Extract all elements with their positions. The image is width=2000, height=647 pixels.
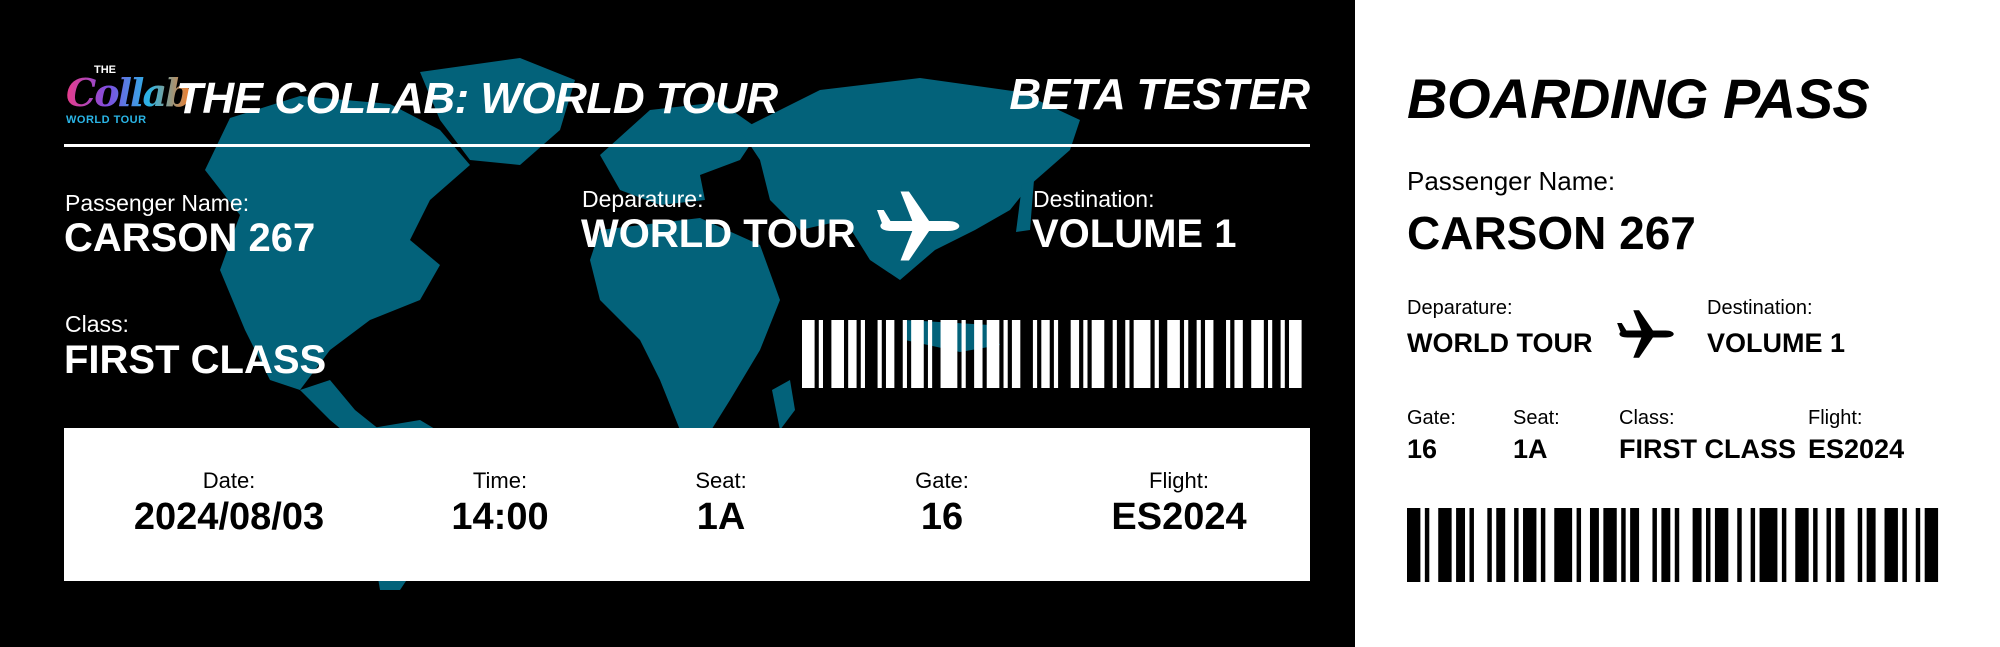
destination-label: Destination:: [1033, 186, 1155, 212]
passenger-value: CARSON 267: [64, 216, 316, 260]
class-value: FIRST CLASS: [64, 338, 327, 382]
seat-field: Seat: 1A: [601, 468, 841, 539]
date-label: Date:: [202, 468, 256, 493]
gate-value: 16: [920, 496, 964, 538]
beta-tester-badge: BETA TESTER: [1009, 70, 1310, 119]
header-divider: [64, 144, 1310, 147]
logo-sub-text: WORLD TOUR: [66, 114, 147, 126]
boarding-ticket: THE Collab WORLD TOUR THE COLLAB: WORLD …: [0, 0, 2000, 647]
departure-label: Deparature:: [582, 186, 704, 212]
ticket-stub: BOARDING PASS Passenger Name: CARSON 267…: [1355, 0, 2000, 647]
stub-flight-label: Flight:: [1808, 407, 1863, 429]
time-value: 14:00: [451, 496, 549, 538]
stub-gate-value: 16: [1407, 434, 1438, 464]
ticket-main: THE Collab WORLD TOUR THE COLLAB: WORLD …: [0, 0, 1355, 647]
ticket-title: THE COLLAB: WORLD TOUR: [176, 74, 778, 123]
gate-field: Gate: 16: [822, 468, 1062, 539]
time-field: Time: 14:00: [380, 468, 620, 539]
logo-word-text: Collab: [66, 70, 192, 115]
seat-label: Seat:: [695, 468, 747, 493]
departure-value: WORLD TOUR: [581, 212, 856, 256]
stub-gate-label: Gate:: [1407, 407, 1456, 429]
flight-field: Flight: ES2024: [1059, 468, 1299, 539]
stub-passenger-label: Passenger Name:: [1407, 166, 1616, 196]
stub-class-value: FIRST CLASS: [1619, 434, 1797, 464]
seat-value: 1A: [696, 496, 746, 538]
date-value: 2024/08/03: [133, 496, 325, 538]
time-label: Time:: [472, 468, 528, 493]
class-label: Class:: [65, 311, 129, 337]
barcode-graphic: [802, 320, 1302, 388]
stub-title: BOARDING PASS: [1407, 67, 1870, 130]
gate-label: Gate:: [915, 468, 969, 493]
passenger-label: Passenger Name:: [65, 190, 250, 216]
flight-info-strip: Date: 2024/08/03 Time: 14:00 Seat: 1A Ga…: [64, 428, 1310, 581]
date-field: Date: 2024/08/03: [109, 468, 349, 539]
airplane-icon: [877, 191, 960, 261]
stub-departure-label: Deparature:: [1407, 297, 1513, 319]
stub-destination-value: VOLUME 1: [1707, 328, 1846, 358]
stub-flight-value: ES2024: [1808, 434, 1905, 464]
collab-logo: THE Collab WORLD TOUR: [64, 62, 192, 128]
barcode-graphic: [1407, 508, 1939, 582]
stub-seat-label: Seat:: [1513, 407, 1560, 429]
flight-value: ES2024: [1111, 496, 1247, 538]
stub-class-label: Class:: [1619, 407, 1675, 429]
stub-departure-value: WORLD TOUR: [1407, 328, 1593, 358]
stub-seat-value: 1A: [1513, 434, 1548, 464]
stub-passenger-value: CARSON 267: [1407, 207, 1696, 259]
stub-destination-label: Destination:: [1707, 297, 1813, 319]
destination-value: VOLUME 1: [1032, 212, 1237, 256]
flight-label: Flight:: [1149, 468, 1209, 493]
airplane-icon: [1617, 310, 1674, 358]
